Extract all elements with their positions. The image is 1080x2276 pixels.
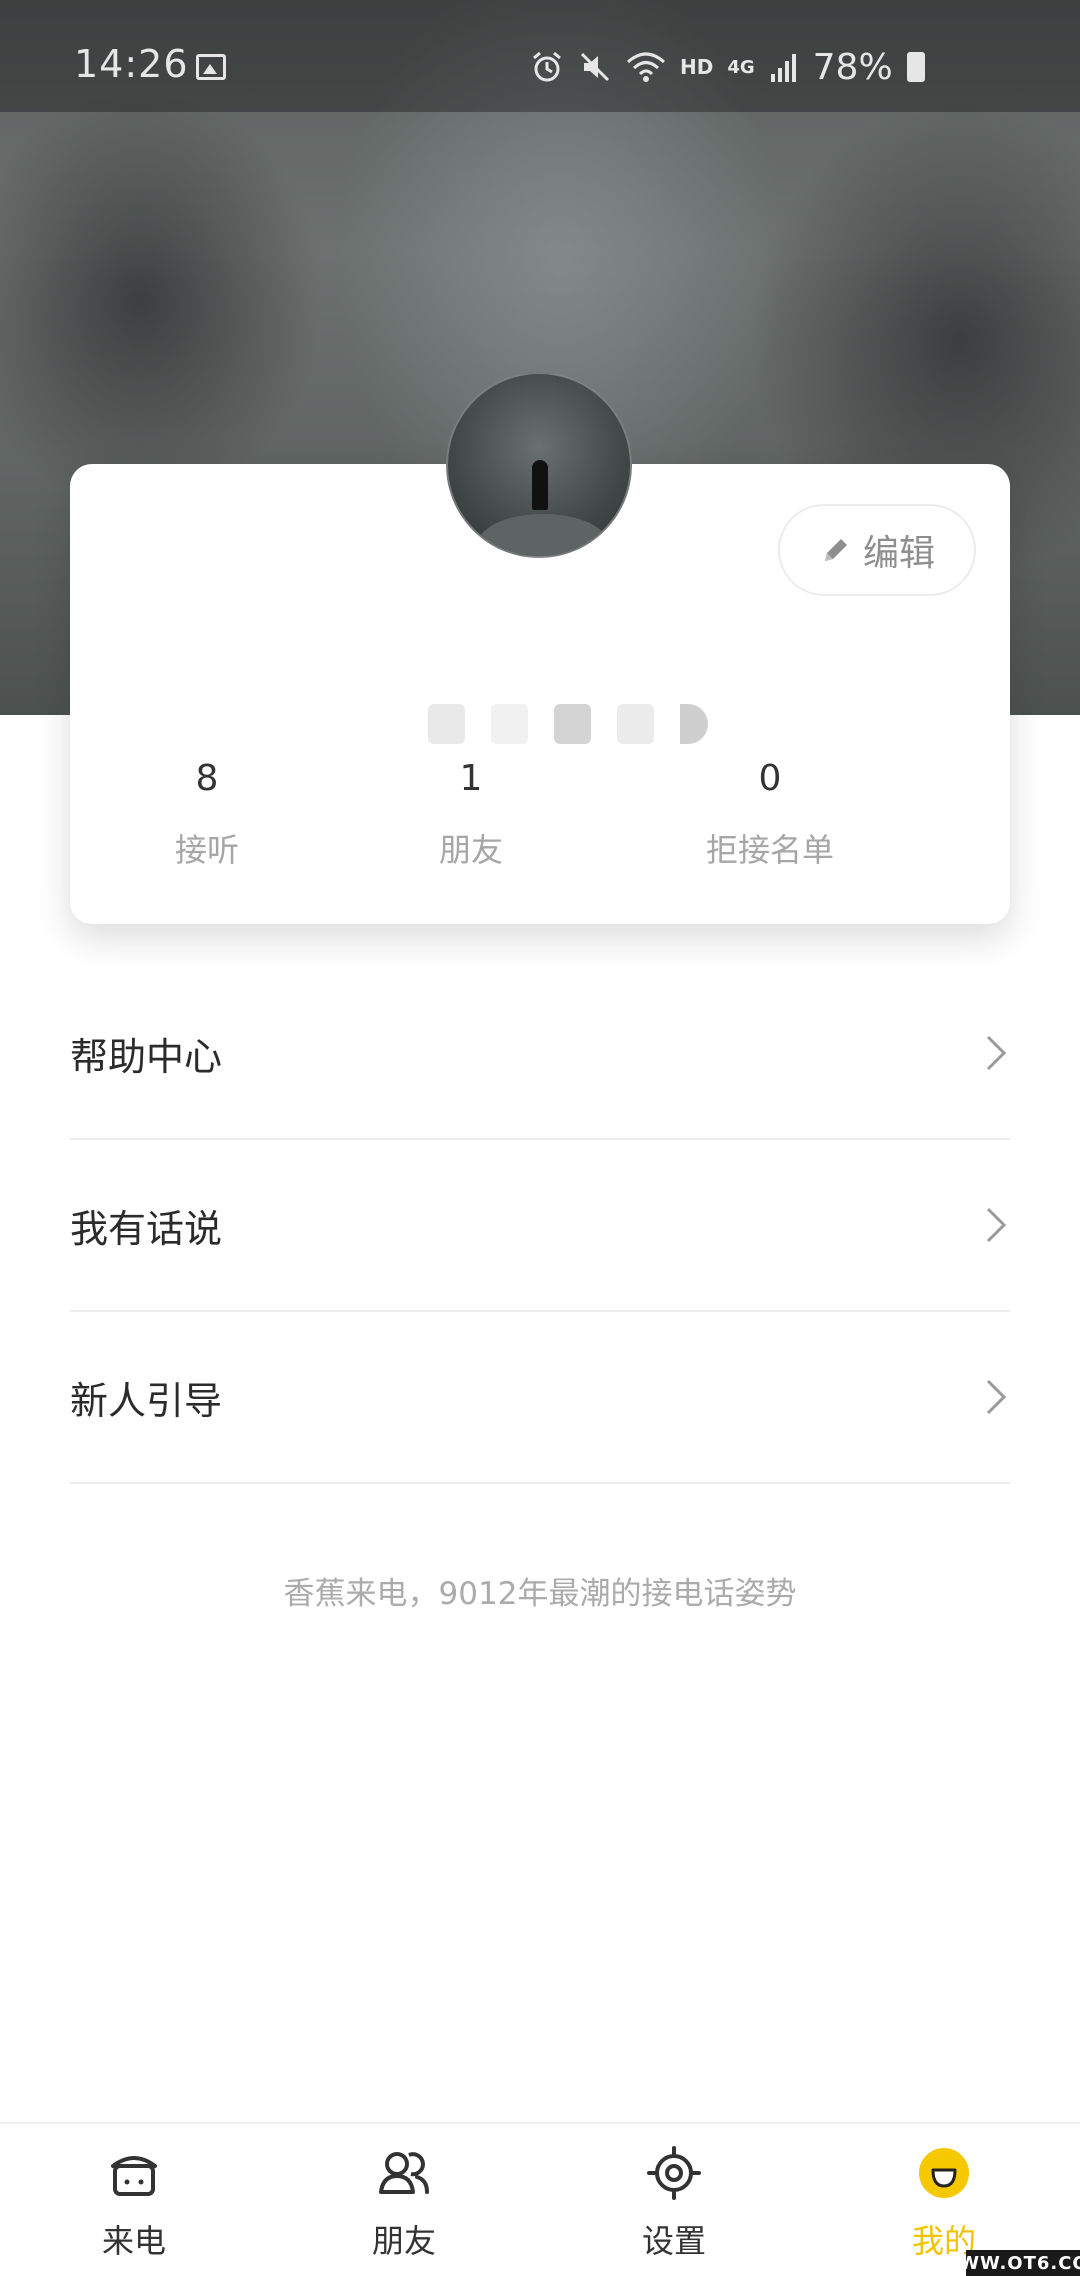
mute-icon [580, 52, 610, 82]
username-redacted [428, 704, 708, 750]
tab-label: 朋友 [371, 2222, 436, 2260]
stat-blocklist[interactable]: 0 拒接名单 [660, 758, 880, 871]
battery-icon [906, 52, 925, 82]
menu-item-help-center[interactable]: 帮助中心 [70, 968, 1010, 1140]
status-icons: HD 4G 78% [530, 44, 925, 90]
stat-value: 0 [758, 758, 782, 799]
phone-icon [111, 2156, 157, 2196]
status-time: 14:26 [74, 42, 189, 86]
alarm-icon [533, 51, 561, 82]
wifi-icon [627, 52, 665, 82]
friends-icon [379, 2152, 429, 2194]
tab-incoming-calls[interactable]: 来电 [44, 2144, 224, 2262]
tab-friends[interactable]: 朋友 [314, 2144, 494, 2262]
menu-item-label: 我有话说 [70, 1206, 223, 1251]
signal-icon [770, 54, 796, 82]
avatar[interactable] [446, 372, 632, 558]
stat-value: 8 [195, 758, 219, 799]
site-watermark: WWW.OT6.COM [938, 2250, 1080, 2276]
network-type: 4G [727, 56, 755, 78]
stat-label: 朋友 [438, 831, 503, 869]
app-tagline: 香蕉来电，9012年最潮的接电话姿势 [283, 1576, 797, 1612]
chevron-right-icon [986, 1379, 1007, 1415]
tab-label: 设置 [641, 2222, 706, 2260]
stat-answered[interactable]: 8 接听 [97, 758, 317, 871]
status-bar: 14:26 HD 4G 78% [0, 0, 1080, 112]
pencil-icon [824, 539, 847, 561]
tab-label: 来电 [101, 2222, 166, 2260]
chevron-right-icon [986, 1207, 1007, 1243]
stat-value: 1 [459, 758, 483, 799]
tab-settings[interactable]: 设置 [584, 2144, 764, 2262]
gear-icon [647, 2146, 701, 2200]
hd-label: HD [680, 55, 714, 79]
menu-item-feedback[interactable]: 我有话说 [70, 1140, 1010, 1312]
menu-item-newbie-guide[interactable]: 新人引导 [70, 1312, 1010, 1484]
screen: 14:26 HD 4G 78% 编辑 8 接听 1 朋友 0 拒接名单 帮助中心… [0, 0, 1080, 2276]
profile-smile-icon [919, 2148, 969, 2198]
edit-profile-button[interactable]: 编辑 [778, 504, 976, 596]
chevron-right-icon [986, 1035, 1007, 1071]
menu-item-label: 新人引导 [70, 1378, 223, 1423]
battery-percent: 78% [812, 46, 893, 88]
edit-label: 编辑 [862, 533, 935, 574]
stat-friends[interactable]: 1 朋友 [361, 758, 581, 871]
tab-mine[interactable]: 我的 [854, 2144, 1034, 2262]
image-notification-icon [196, 54, 226, 80]
menu-item-label: 帮助中心 [70, 1034, 223, 1079]
stat-label: 接听 [174, 831, 239, 869]
bottom-tab-bar: 来电 朋友 设置 我的 [0, 2122, 1080, 2276]
stat-label: 拒接名单 [705, 831, 834, 869]
